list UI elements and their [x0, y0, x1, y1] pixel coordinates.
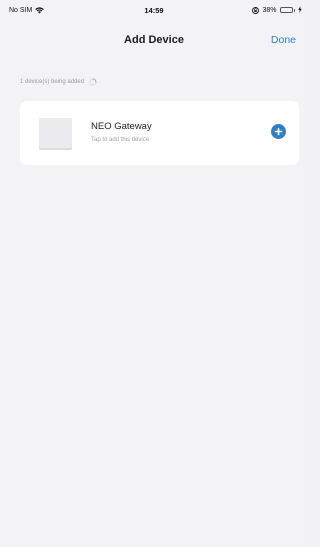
device-image: [39, 118, 72, 150]
done-button[interactable]: Done: [271, 34, 296, 46]
status-bar: No SIM 14:59 38%: [0, 0, 308, 20]
adding-status-text: 1 device(s) being added: [20, 79, 85, 85]
battery-percent: 38%: [262, 6, 277, 14]
wifi-icon: [35, 6, 45, 14]
adding-status: 1 device(s) being added: [20, 78, 97, 86]
charging-icon: [298, 5, 302, 15]
navigation-bar: Add Device Done: [0, 28, 308, 54]
device-name: NEO Gateway: [91, 121, 152, 132]
page-title: Add Device: [124, 34, 184, 46]
add-device-button[interactable]: [271, 124, 286, 139]
status-right: 38%: [252, 5, 302, 15]
lock-rotation-icon: [252, 6, 260, 14]
battery-icon: [279, 7, 295, 13]
device-hint: Tap to add this device: [91, 137, 150, 143]
device-card[interactable]: NEO Gateway Tap to add this device: [20, 101, 299, 165]
status-left: No SIM: [9, 6, 45, 14]
spinner-icon: [89, 78, 97, 86]
carrier-label: No SIM: [9, 6, 33, 14]
add-device-screen: No SIM 14:59 38% Add Device Done 1 devic…: [0, 0, 308, 547]
add-icon: [274, 127, 283, 136]
